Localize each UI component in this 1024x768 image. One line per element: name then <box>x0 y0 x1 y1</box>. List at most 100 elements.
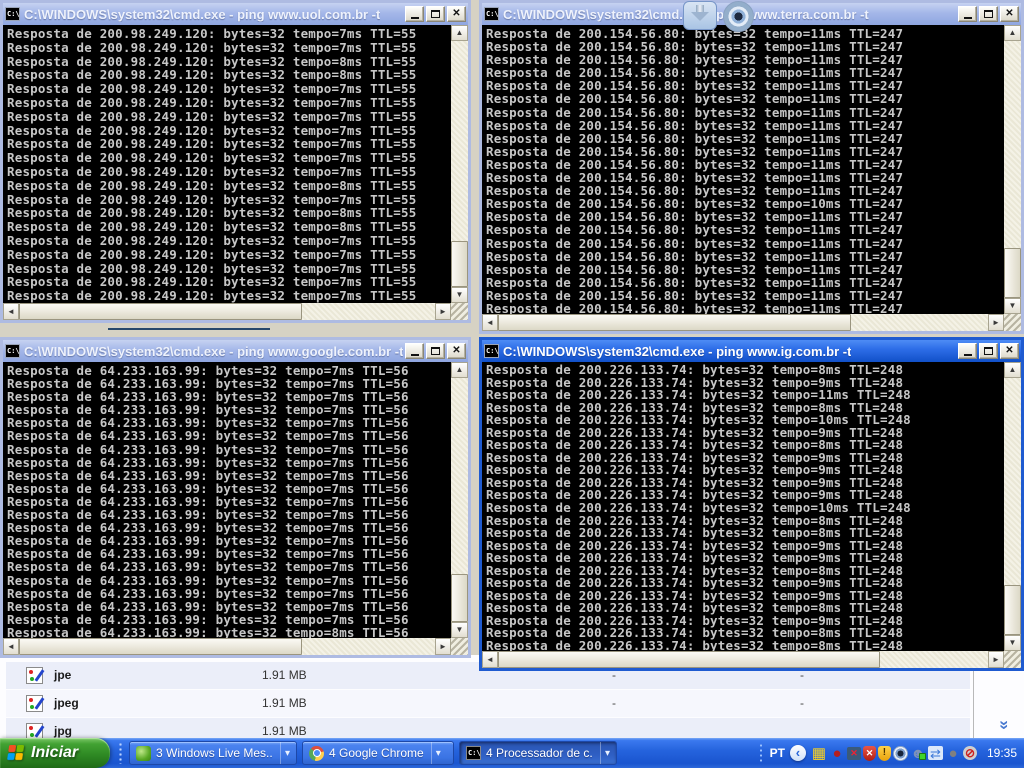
maximize-button[interactable] <box>426 6 445 22</box>
taskbar-clock[interactable]: 19:35 <box>987 746 1017 760</box>
scrollbar-track[interactable] <box>498 651 988 668</box>
scroll-left-button[interactable]: ◄ <box>3 303 19 320</box>
scrollbar-thumb[interactable] <box>1004 248 1021 298</box>
file-row[interactable]: jpg 1.91 MB <box>6 718 970 738</box>
scroll-up-button[interactable]: ▲ <box>1004 25 1021 41</box>
resize-grip[interactable] <box>451 638 468 655</box>
network-disconnected-icon[interactable]: ✕ <box>846 746 861 760</box>
minimize-button[interactable] <box>405 343 424 359</box>
console-output[interactable]: Resposta de 200.98.249.120: bytes=32 tem… <box>3 25 451 303</box>
scroll-up-button[interactable]: ▲ <box>451 362 468 378</box>
scrollbar-track[interactable] <box>451 41 468 287</box>
console-output[interactable]: Resposta de 64.233.163.99: bytes=32 temp… <box>3 362 451 638</box>
scrollbar-thumb[interactable] <box>1004 585 1021 635</box>
start-button[interactable]: Iniciar <box>0 738 110 768</box>
close-button[interactable]: ✕ <box>1000 6 1019 22</box>
titlebar[interactable]: C:\ C:\WINDOWS\system32\cmd.exe - ping w… <box>482 340 1021 362</box>
horizontal-scrollbar[interactable]: ◄ ► <box>3 303 451 320</box>
scroll-right-button[interactable]: ► <box>435 303 451 320</box>
scrollbar-track[interactable] <box>19 638 435 655</box>
vertical-scrollbar[interactable]: ▲ ▼ <box>1004 25 1021 314</box>
maximize-button[interactable] <box>979 343 998 359</box>
resize-grip[interactable] <box>1004 314 1021 331</box>
vertical-scrollbar[interactable]: ▲ ▼ <box>451 362 468 638</box>
taskbar-button-chrome[interactable]: 4 Google Chrome ▾ <box>302 741 454 765</box>
scroll-up-button[interactable]: ▲ <box>451 25 468 41</box>
scrollbar-thumb[interactable] <box>19 638 302 655</box>
scrollbar-track[interactable] <box>19 303 435 320</box>
group-dropdown-arrow-icon[interactable]: ▾ <box>279 742 294 764</box>
cmd-icon: C:\ <box>5 344 20 358</box>
horizontal-scrollbar[interactable]: ◄ ► <box>3 638 451 655</box>
language-indicator[interactable]: PT <box>770 746 785 760</box>
security-warning-shield-icon[interactable]: ! <box>877 745 891 761</box>
taskbar-drag-handle[interactable] <box>118 742 123 764</box>
cmd-window-ig: C:\ C:\WINDOWS\system32\cmd.exe - ping w… <box>479 337 1024 671</box>
window-title: C:\WINDOWS\system32\cmd.exe - ping www.g… <box>24 343 404 359</box>
scroll-left-button[interactable]: ◄ <box>3 638 19 655</box>
blocked-device-icon[interactable]: ⊘ <box>962 746 977 760</box>
vertical-scrollbar[interactable]: ▲ ▼ <box>1004 362 1021 651</box>
resize-grip[interactable] <box>451 303 468 320</box>
scrollbar-thumb[interactable] <box>498 314 851 331</box>
titlebar[interactable]: C:\ C:\WINDOWS\system32\cmd.exe - ping w… <box>3 3 468 25</box>
scroll-right-button[interactable]: ► <box>988 651 1004 668</box>
file-row[interactable]: jpeg 1.91 MB - - <box>6 690 970 717</box>
background-window-fragment <box>108 328 270 330</box>
taskbar-button-cmd[interactable]: C:\ 4 Processador de c... ▾ <box>459 741 617 765</box>
minimize-button[interactable] <box>958 343 977 359</box>
group-dropdown-arrow-icon[interactable]: ▾ <box>599 742 614 764</box>
scroll-up-button[interactable]: ▲ <box>1004 362 1021 378</box>
console-output[interactable]: Resposta de 200.154.56.80: bytes=32 temp… <box>482 25 1004 314</box>
scroll-down-button[interactable]: ▼ <box>1004 298 1021 314</box>
close-button[interactable]: ✕ <box>1000 343 1019 359</box>
minimize-button[interactable] <box>405 6 424 22</box>
taskbar-button-messenger[interactable]: 3 Windows Live Mes... ▾ <box>129 741 297 765</box>
scrollbar-thumb[interactable] <box>451 241 468 287</box>
image-file-icon <box>26 667 45 684</box>
overlay-download-arrow-icon[interactable] <box>683 1 717 30</box>
keyboard-layout-grid-icon[interactable]: ▦ <box>811 745 827 761</box>
scrollbar-track[interactable] <box>1004 41 1021 298</box>
quicktime-icon[interactable] <box>892 745 908 761</box>
scroll-left-button[interactable]: ◄ <box>482 314 498 331</box>
minimize-button[interactable] <box>958 6 977 22</box>
console-output[interactable]: Resposta de 200.226.133.74: bytes=32 tem… <box>482 362 1004 651</box>
hide-tray-icons-chevron[interactable]: ‹ <box>789 745 806 761</box>
scrollbar-track[interactable] <box>451 378 468 622</box>
tray-drag-handle <box>758 743 763 763</box>
image-file-icon <box>26 695 45 712</box>
file-name: jpe <box>54 668 72 682</box>
maximize-button[interactable] <box>426 343 445 359</box>
scroll-right-button[interactable]: ► <box>435 638 451 655</box>
scroll-down-button[interactable]: ▼ <box>451 287 468 303</box>
scrollbar-track[interactable] <box>498 314 988 331</box>
horizontal-scrollbar[interactable]: ◄ ► <box>482 651 1004 668</box>
scroll-down-button[interactable]: ▼ <box>451 622 468 638</box>
chevron-double-down-icon[interactable]: » <box>995 720 1015 729</box>
overlay-lens-icon[interactable] <box>723 1 754 32</box>
titlebar[interactable]: C:\ C:\WINDOWS\system32\cmd.exe - ping w… <box>3 340 468 362</box>
windows-logo-icon <box>7 744 26 762</box>
scrollbar-thumb[interactable] <box>451 574 468 622</box>
group-dropdown-arrow-icon[interactable]: ▾ <box>430 742 445 764</box>
scrollbar-thumb[interactable] <box>498 651 881 668</box>
horizontal-scrollbar[interactable]: ◄ ► <box>482 314 1004 331</box>
cmd-window-google: C:\ C:\WINDOWS\system32\cmd.exe - ping w… <box>0 337 471 658</box>
scrollbar-thumb[interactable] <box>19 303 302 320</box>
messenger-status-icon[interactable]: ☻ <box>910 745 926 761</box>
antivirus-disc-icon[interactable]: ● <box>829 745 845 761</box>
scroll-down-button[interactable]: ▼ <box>1004 635 1021 651</box>
sync-arrows-icon[interactable]: ⇄ <box>927 746 943 760</box>
maximize-button[interactable] <box>979 6 998 22</box>
resize-grip[interactable] <box>1004 651 1021 668</box>
file-col-value: - <box>800 696 804 710</box>
scrollbar-track[interactable] <box>1004 378 1021 635</box>
close-button[interactable]: ✕ <box>447 343 466 359</box>
scroll-left-button[interactable]: ◄ <box>482 651 498 668</box>
security-alert-shield-icon[interactable]: ✕ <box>862 745 876 761</box>
globe-icon[interactable]: ● <box>945 745 961 761</box>
close-button[interactable]: ✕ <box>447 6 466 22</box>
vertical-scrollbar[interactable]: ▲ ▼ <box>451 25 468 303</box>
scroll-right-button[interactable]: ► <box>988 314 1004 331</box>
